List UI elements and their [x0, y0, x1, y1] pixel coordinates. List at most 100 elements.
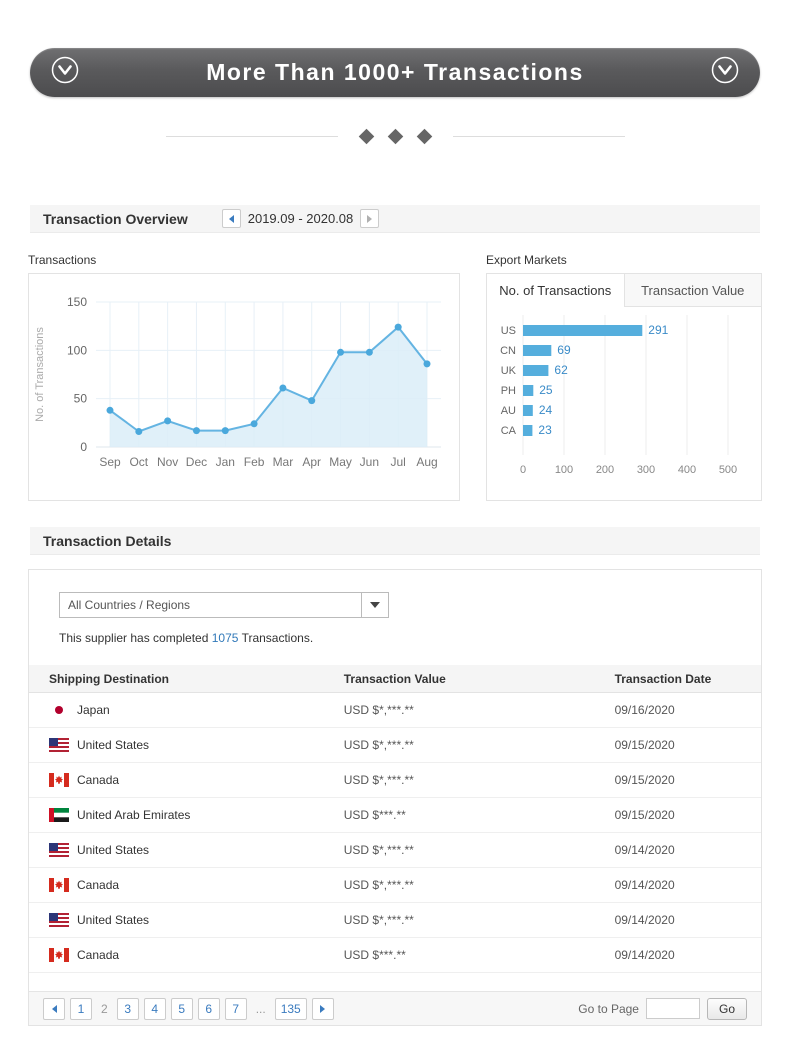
country-filter-value: All Countries / Regions: [68, 598, 191, 612]
pagination-next-button[interactable]: [311, 997, 334, 1020]
tab-transaction-value[interactable]: Transaction Value: [624, 274, 761, 307]
dropdown-button[interactable]: [361, 593, 388, 617]
flag-us-icon: [49, 843, 69, 857]
diamond-icon: [358, 128, 374, 144]
export-markets-panel: No. of Transactions Transaction Value 0 10…: [486, 273, 762, 501]
completed-transactions-line: This supplier has completed 1075 Transac…: [59, 631, 731, 645]
svg-text:100: 100: [67, 343, 87, 357]
charts-row: Transactions 0 50 100 150 Sep Oct Nov Dec Jan Feb…: [28, 253, 762, 501]
page-button-5[interactable]: 5: [170, 997, 193, 1020]
country-filter-dropdown[interactable]: All Countries / Regions: [59, 592, 389, 618]
flag-ca-icon: [49, 878, 69, 892]
cell-destination: Canada: [29, 773, 344, 787]
tab-no-of-transactions[interactable]: No. of Transactions: [487, 274, 625, 307]
transactions-line-chart-panel: 0 50 100 150 Sep Oct Nov Dec Jan Feb Mar Apr May Jun J…: [28, 273, 460, 501]
svg-text:150: 150: [67, 295, 87, 309]
date-range-label: 2019.09 - 2020.08: [247, 211, 354, 226]
cell-destination: United States: [29, 843, 344, 857]
svg-text:CA: CA: [501, 425, 517, 437]
cell-transaction-value: USD $*,***.**: [343, 773, 414, 787]
cell-transaction-date: 09/15/2020: [614, 808, 675, 822]
svg-text:Feb: Feb: [244, 455, 265, 469]
diamond-divider: [0, 127, 790, 145]
page-button-1[interactable]: 1: [70, 997, 92, 1020]
table-footer: 1 2 3 4 5 6 7... 135 Go to Page Go: [29, 991, 761, 1025]
goto-page: Go to Page Go: [578, 997, 747, 1020]
cell-destination: United Arab Emirates: [29, 808, 344, 822]
export-markets-section: Export Markets No. of Transactions Transa…: [486, 253, 762, 501]
svg-text:Aug: Aug: [416, 455, 437, 469]
cell-transaction-date: 09/14/2020: [614, 843, 675, 857]
bar-US: [523, 325, 643, 336]
caret-right-icon: [320, 1004, 326, 1013]
completed-prefix: This supplier has completed: [59, 631, 212, 645]
page-button-6[interactable]: 6: [197, 997, 220, 1020]
svg-text:0: 0: [520, 464, 526, 476]
page-button-4[interactable]: 4: [143, 997, 166, 1020]
svg-text:24: 24: [539, 403, 553, 417]
goto-page-input[interactable]: [645, 998, 700, 1019]
country-name: Japan: [77, 703, 110, 717]
divider-line: [165, 135, 338, 137]
bar-PH: [523, 385, 534, 396]
cell-transaction-date: 09/15/2020: [614, 738, 675, 752]
svg-text:300: 300: [637, 464, 655, 476]
table-row: United States USD $*,***.** 09/15/2020: [29, 728, 761, 763]
cell-transaction-date: 09/15/2020: [614, 773, 675, 787]
cell-transaction-date: 09/14/2020: [614, 913, 675, 927]
pagination-prev-button[interactable]: [43, 997, 65, 1020]
section-title-details: Transaction Details: [43, 532, 172, 549]
col-shipping-destination: Shipping Destination: [49, 671, 169, 686]
flag-ae-icon: [49, 808, 69, 822]
bar-UK: [523, 365, 549, 376]
svg-text:Dec: Dec: [186, 455, 207, 469]
cell-transaction-value: USD $*,***.**: [343, 913, 414, 927]
date-range-nav: 2019.09 - 2020.08: [221, 209, 380, 228]
svg-text:50: 50: [74, 392, 88, 406]
svg-text:Jan: Jan: [216, 455, 235, 469]
cell-transaction-value: USD $*,***.**: [343, 843, 414, 857]
flag-us-icon: [49, 913, 69, 927]
cell-destination: Canada: [29, 878, 344, 892]
next-period-button[interactable]: [360, 209, 380, 228]
chevron-down-icon: [370, 602, 380, 608]
svg-text:Nov: Nov: [157, 455, 178, 469]
page-button-3[interactable]: 3: [116, 997, 139, 1020]
table-row: Canada USD $***.** 09/14/2020: [29, 938, 761, 973]
svg-text:US: US: [501, 325, 516, 337]
cell-destination: United States: [29, 738, 344, 752]
svg-text:CN: CN: [500, 345, 516, 357]
chevron-down-circle-icon[interactable]: [50, 55, 80, 90]
transactions-table: Shipping Destination Transaction Value T…: [29, 665, 761, 973]
country-name: Canada: [77, 878, 120, 892]
cell-transaction-date: 09/14/2020: [614, 948, 675, 962]
svg-text:Mar: Mar: [273, 455, 294, 469]
country-name: United States: [77, 738, 150, 752]
svg-text:200: 200: [596, 464, 614, 476]
page-button-135[interactable]: 135: [274, 997, 307, 1020]
table-row: Canada USD $*,***.** 09/15/2020: [29, 763, 761, 798]
prev-period-button[interactable]: [221, 209, 241, 228]
bar-CA: [523, 425, 533, 436]
chevron-down-circle-icon[interactable]: [710, 55, 740, 90]
bar-AU: [523, 405, 533, 416]
svg-text:PH: PH: [501, 385, 516, 397]
country-name: United States: [77, 913, 150, 927]
export-markets-label: Export Markets: [486, 253, 567, 267]
flag-ca-icon: [49, 773, 69, 787]
flag-ca-icon: [49, 948, 69, 962]
go-button[interactable]: Go: [706, 997, 747, 1020]
goto-page-label: Go to Page: [578, 1001, 639, 1016]
page-button-7[interactable]: 7: [224, 997, 247, 1020]
cell-transaction-value: USD $*,***.**: [343, 703, 414, 717]
transaction-overview-bar: Transaction Overview 2019.09 - 2020.08: [30, 205, 760, 233]
country-name: United Arab Emirates: [77, 808, 191, 822]
cell-destination: Japan: [29, 703, 344, 717]
page-ellipsis: ...: [255, 1001, 266, 1016]
transaction-table-body: Japan USD $*,***.** 09/16/2020 United State…: [29, 693, 761, 973]
country-name: Canada: [77, 773, 120, 787]
svg-text:Sep: Sep: [99, 455, 121, 469]
svg-text:Jul: Jul: [391, 455, 406, 469]
bar-CN: [523, 345, 552, 356]
transaction-details-panel: All Countries / Regions This supplier ha…: [28, 569, 762, 1026]
